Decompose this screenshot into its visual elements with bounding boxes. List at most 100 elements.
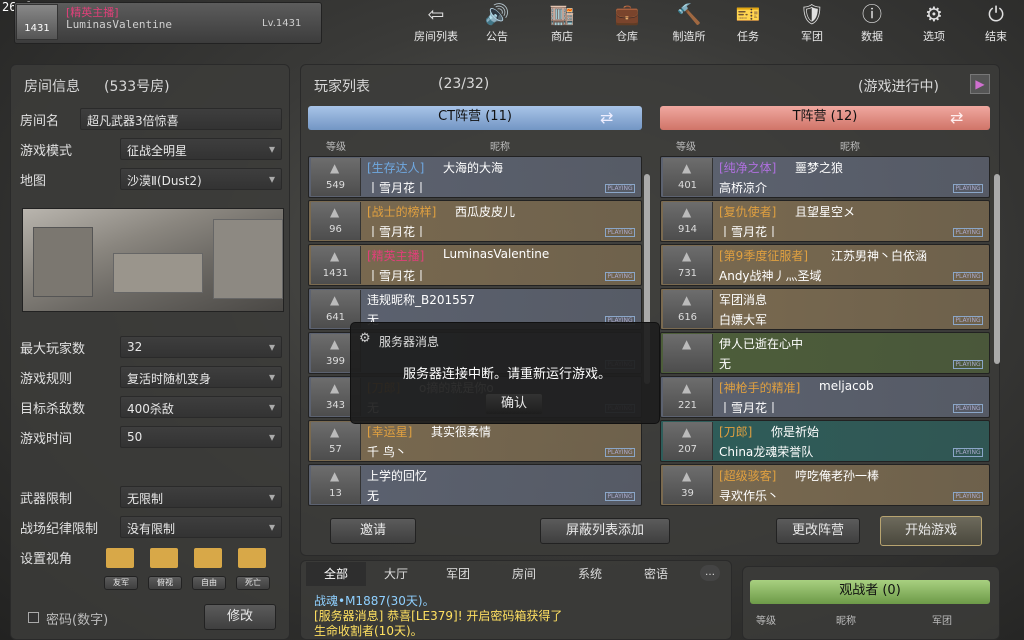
user-level-text: Lv.1431 — [262, 18, 302, 29]
ct-name-col: 昵称 — [490, 142, 510, 153]
overhead-view-icon[interactable] — [150, 548, 178, 568]
target-kills-select[interactable]: 400杀敌 — [120, 396, 282, 418]
spectator-name-col: 昵称 — [836, 616, 856, 627]
invite-button[interactable]: 邀请 — [330, 518, 416, 544]
player-row[interactable]: 914 [复仇使者] 且望星空メ丨雪月花丨 PLAYING — [660, 200, 990, 242]
playing-badge: PLAYING — [953, 404, 983, 413]
chat-tab[interactable]: 密语 — [626, 562, 686, 586]
free-view-icon[interactable] — [194, 548, 222, 568]
player-row[interactable]: 39 [超级骇客] 哼吃俺老孙一棒寻欢作乐丶 PLAYING — [660, 464, 990, 506]
player-name: 江苏男神丶白依涵 — [831, 249, 928, 263]
chat-tab[interactable]: 全部 — [306, 562, 366, 586]
player-row[interactable]: 1431 [精英主播] LuminasValentine 丨雪月花丨 PLAYING — [308, 244, 642, 286]
player-name: 噩梦之狼 — [795, 161, 844, 175]
map-select[interactable]: 沙漠Ⅱ(Dust2) — [120, 168, 282, 190]
nav-hammer-button[interactable]: 🔨 制造所 — [665, 0, 713, 46]
game-rule-select[interactable]: 复活时随机变身 — [120, 366, 282, 388]
modify-button[interactable]: 修改 — [204, 604, 276, 630]
block-list-button[interactable]: 屏蔽列表添加 — [540, 518, 670, 544]
ticket-icon: 🎫 — [735, 2, 761, 26]
player-row[interactable]: 401 [纯净之体] 噩梦之狼高桥凉介 PLAYING — [660, 156, 990, 198]
player-row[interactable]: 549 [生存达人] 大海的大海丨雪月花丨 PLAYING — [308, 156, 642, 198]
nav-label: 任务 — [737, 30, 759, 43]
player-row[interactable]: 57 [幸运星] 其实很柔情千 鸟丶 PLAYING — [308, 420, 642, 462]
death-view-icon[interactable] — [238, 548, 266, 568]
player-level: 616 — [663, 290, 713, 328]
weapon-limit-label: 武器限制 — [20, 492, 73, 507]
speaker-icon: 🔊 — [484, 2, 510, 26]
view-button-0[interactable]: 友军 — [104, 576, 138, 590]
ct-team-title: CT阵营 (11) — [438, 109, 512, 124]
player-row[interactable]: 731 [第9季度征服者] 江苏男神丶白依涵 Andy战神丿灬圣域 PLAYING — [660, 244, 990, 286]
player-level: 731 — [663, 246, 713, 284]
player-row[interactable]: 207 [刀郎] 你是祈始 China龙魂荣誉队 PLAYING — [660, 420, 990, 462]
chat-tab[interactable]: 系统 — [560, 562, 620, 586]
game-time-select[interactable]: 50 — [120, 426, 282, 448]
player-row[interactable]: 伊人已逝在心中无 PLAYING — [660, 332, 990, 374]
player-title: [神枪手的精准] — [719, 381, 801, 395]
room-number: (533号房) — [104, 79, 170, 95]
nav-briefcase-button[interactable]: 💼 仓库 — [605, 0, 649, 46]
t-scrollbar[interactable] — [994, 174, 1000, 364]
player-level: 914 — [663, 202, 713, 240]
nav-shield-button[interactable]: 🛡 军团 — [792, 0, 832, 46]
player-row[interactable]: 13 上学的回忆无 PLAYING — [308, 464, 642, 506]
player-name: 西瓜皮皮儿 — [455, 205, 516, 219]
nav-ticket-button[interactable]: 🎫 任务 — [728, 0, 768, 46]
start-game-button[interactable]: 开始游戏 — [880, 516, 982, 546]
player-name: meljacob — [819, 379, 874, 393]
player-name: 哼吃俺老孙一棒 — [795, 469, 880, 483]
weapon-limit-select[interactable]: 无限制 — [120, 486, 282, 508]
password-label: 密码(数字) — [46, 613, 109, 628]
max-players-label: 最大玩家数 — [20, 342, 86, 357]
chat-tab[interactable]: 大厅 — [366, 562, 426, 586]
playing-badge: PLAYING — [953, 272, 983, 281]
change-team-button[interactable]: 更改阵营 — [776, 518, 860, 544]
nav-shop-button[interactable]: 🏬 商店 — [540, 0, 584, 46]
dialog-ok-button[interactable]: 确认 — [485, 393, 543, 415]
t-swap-icon[interactable]: ⇄ — [950, 108, 984, 128]
friendly-view-icon[interactable] — [106, 548, 134, 568]
info-icon: ⓘ — [862, 2, 882, 26]
nav-label: 数据 — [861, 30, 883, 43]
game-rule-label: 游戏规则 — [20, 372, 73, 387]
player-row[interactable]: 616 军团消息白嫖大军 PLAYING — [660, 288, 990, 330]
view-button-1[interactable]: 俯视 — [148, 576, 182, 590]
game-mode-select[interactable]: 征战全明星 — [120, 138, 282, 160]
playing-badge: PLAYING — [605, 448, 635, 457]
briefcase-icon: 💼 — [614, 2, 640, 26]
discipline-limit-select[interactable]: 没有限制 — [120, 516, 282, 538]
password-checkbox[interactable] — [28, 612, 39, 623]
target-kills-label: 目标杀敌数 — [20, 402, 86, 417]
nav-speaker-button[interactable]: 🔊 公告 — [475, 0, 519, 46]
player-name: 且望星空メ — [795, 205, 856, 219]
room-info-title: 房间信息 — [24, 79, 80, 95]
player-row[interactable]: 221 [神枪手的精准] meljacob 丨雪月花丨 PLAYING — [660, 376, 990, 418]
chat-tab[interactable]: 军团 — [428, 562, 488, 586]
ct-team-header: CT阵营 (11) — [308, 106, 642, 130]
view-button-3[interactable]: 死亡 — [236, 576, 270, 590]
nav-back-arrow-button[interactable]: ⇦ 房间列表 — [410, 0, 462, 46]
nav-gear-button[interactable]: ⚙ 选项 — [914, 0, 954, 46]
room-name-field[interactable]: 超凡武器3倍惊喜 — [80, 108, 282, 130]
view-button-2[interactable]: 自由 — [192, 576, 226, 590]
nav-power-button[interactable]: ⏻ 结束 — [978, 0, 1014, 46]
player-level: 57 — [311, 422, 361, 460]
chat-emoji-icon[interactable]: … — [700, 565, 720, 581]
ct-swap-icon[interactable]: ⇄ — [600, 108, 634, 128]
max-players-select[interactable]: 32 — [120, 336, 282, 358]
player-row[interactable]: 96 [战士的榜样] 西瓜皮皮儿丨雪月花丨 PLAYING — [308, 200, 642, 242]
player-level: 96 — [311, 202, 361, 240]
nav-label: 商店 — [551, 30, 573, 43]
play-icon[interactable]: ▶ — [970, 74, 990, 94]
player-clan: 丨雪月花丨 — [719, 401, 780, 415]
t-name-col: 昵称 — [840, 142, 860, 153]
chat-tab[interactable]: 房间 — [494, 562, 554, 586]
player-clan: 丨雪月花丨 — [367, 225, 428, 239]
nav-info-button[interactable]: ⓘ 数据 — [852, 0, 892, 46]
player-name: 大海的大海 — [443, 161, 504, 175]
game-mode-label: 游戏模式 — [20, 144, 73, 159]
player-clan: 高桥凉介 — [719, 181, 768, 195]
player-clan: Andy战神丿灬圣域 — [719, 269, 822, 283]
player-name: 违规昵称_B201557 — [367, 293, 476, 307]
